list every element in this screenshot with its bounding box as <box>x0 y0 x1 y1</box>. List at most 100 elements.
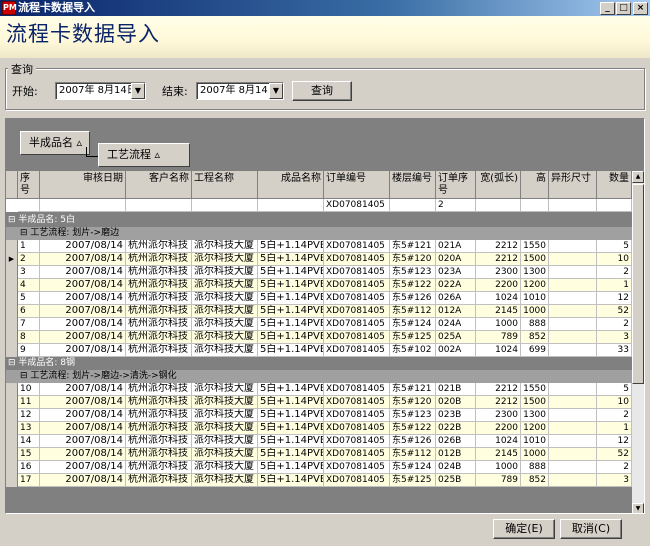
table-cell[interactable]: 12 <box>18 409 40 422</box>
table-cell[interactable]: XD07081405 <box>324 448 390 461</box>
table-cell[interactable]: 1024 <box>476 292 521 305</box>
table-cell[interactable]: 17 <box>18 474 40 487</box>
table-cell[interactable]: 789 <box>476 474 521 487</box>
filter-cell[interactable] <box>390 199 436 212</box>
row-indicator[interactable] <box>6 292 18 305</box>
maximize-button[interactable]: □ <box>616 2 631 15</box>
table-cell[interactable]: 杭州派尔科技 <box>126 435 192 448</box>
group-chip-product[interactable]: 半成品名 ▵ <box>20 131 90 155</box>
filter-cell[interactable] <box>597 199 632 212</box>
table-cell[interactable]: 派尔科技大厦 <box>192 253 258 266</box>
table-cell[interactable]: 024A <box>436 318 476 331</box>
table-cell[interactable]: 杭州派尔科技 <box>126 240 192 253</box>
filter-cell[interactable]: 2 <box>436 199 476 212</box>
table-row[interactable]: 62007/08/14杭州派尔科技派尔科技大厦5白+1.14PVB+XD0708… <box>6 305 632 318</box>
table-cell[interactable]: 5白+1.14PVB+ <box>258 474 324 487</box>
table-cell[interactable]: 1300 <box>521 266 549 279</box>
table-cell[interactable]: XD07081405 <box>324 383 390 396</box>
table-row[interactable]: 122007/08/14杭州派尔科技派尔科技大厦5白+1.14PVB+XD070… <box>6 409 632 422</box>
table-cell[interactable]: 2145 <box>476 305 521 318</box>
table-cell[interactable]: 杭州派尔科技 <box>126 461 192 474</box>
table-cell[interactable] <box>549 461 597 474</box>
table-cell[interactable]: 13 <box>18 422 40 435</box>
table-cell[interactable]: 2212 <box>476 240 521 253</box>
table-cell[interactable]: 东5#126 <box>390 292 436 305</box>
row-indicator[interactable] <box>6 240 18 253</box>
column-header[interactable]: 楼层编号 <box>390 171 436 199</box>
column-header[interactable]: 宽(弧长) <box>476 171 521 199</box>
subgroup-row[interactable]: ⊟ 工艺流程: 划片->磨边 <box>6 227 632 240</box>
table-cell[interactable]: 2 <box>18 253 40 266</box>
filter-cell[interactable] <box>258 199 324 212</box>
table-cell[interactable]: 东5#102 <box>390 344 436 357</box>
table-cell[interactable]: 2007/08/14 <box>40 474 126 487</box>
table-cell[interactable]: 52 <box>597 448 632 461</box>
table-cell[interactable]: XD07081405 <box>324 474 390 487</box>
table-cell[interactable]: 2212 <box>476 383 521 396</box>
table-cell[interactable]: 1 <box>597 279 632 292</box>
row-indicator[interactable] <box>6 331 18 344</box>
table-cell[interactable]: 2007/08/14 <box>40 292 126 305</box>
cancel-button[interactable]: 取消(C) <box>560 519 622 539</box>
end-date-picker[interactable]: 2007年 8月14日 ▼ <box>196 82 284 100</box>
table-row[interactable]: 132007/08/14杭州派尔科技派尔科技大厦5白+1.14PVB+XD070… <box>6 422 632 435</box>
table-cell[interactable]: 025B <box>436 474 476 487</box>
table-cell[interactable]: 5白+1.14PVB+ <box>258 435 324 448</box>
scroll-up-icon[interactable]: ▲ <box>632 171 644 183</box>
column-header[interactable]: 工程名称 <box>192 171 258 199</box>
table-cell[interactable]: 2007/08/14 <box>40 240 126 253</box>
filter-row[interactable]: XD07081405 2 <box>6 199 632 212</box>
table-cell[interactable]: XD07081405 <box>324 409 390 422</box>
column-header[interactable]: 订单编号 <box>324 171 390 199</box>
filter-cell[interactable] <box>549 199 597 212</box>
table-cell[interactable]: 1010 <box>521 435 549 448</box>
table-cell[interactable]: 5白+1.14PVB+ <box>258 344 324 357</box>
table-cell[interactable] <box>549 266 597 279</box>
table-row[interactable]: 42007/08/14杭州派尔科技派尔科技大厦5白+1.14PVB+XD0708… <box>6 279 632 292</box>
table-cell[interactable]: 002A <box>436 344 476 357</box>
table-cell[interactable]: 5白+1.14PVB+ <box>258 266 324 279</box>
table-cell[interactable]: XD07081405 <box>324 435 390 448</box>
filter-cell[interactable] <box>40 199 126 212</box>
table-cell[interactable]: 2007/08/14 <box>40 396 126 409</box>
table-cell[interactable] <box>549 474 597 487</box>
table-cell[interactable] <box>549 396 597 409</box>
table-cell[interactable]: 2 <box>597 318 632 331</box>
table-cell[interactable]: 杭州派尔科技 <box>126 383 192 396</box>
row-indicator[interactable] <box>6 461 18 474</box>
filter-cell[interactable] <box>192 199 258 212</box>
table-cell[interactable]: 022A <box>436 279 476 292</box>
table-cell[interactable] <box>549 383 597 396</box>
table-cell[interactable]: 4 <box>18 279 40 292</box>
table-cell[interactable]: 5白+1.14PVB+ <box>258 292 324 305</box>
filter-cell[interactable]: XD07081405 <box>324 199 390 212</box>
minimize-button[interactable]: _ <box>600 2 615 15</box>
table-cell[interactable]: 2007/08/14 <box>40 383 126 396</box>
table-cell[interactable]: 1550 <box>521 383 549 396</box>
column-header[interactable]: 成品名称 <box>258 171 324 199</box>
table-cell[interactable]: 020A <box>436 253 476 266</box>
table-cell[interactable]: 5 <box>18 292 40 305</box>
table-cell[interactable]: 1010 <box>521 292 549 305</box>
table-cell[interactable]: 1000 <box>521 448 549 461</box>
table-cell[interactable]: 023A <box>436 266 476 279</box>
table-cell[interactable]: 888 <box>521 461 549 474</box>
table-cell[interactable]: 1 <box>597 422 632 435</box>
table-cell[interactable]: XD07081405 <box>324 461 390 474</box>
table-row[interactable]: 12007/08/14杭州派尔科技派尔科技大厦5白+1.14PVB+XD0708… <box>6 240 632 253</box>
table-cell[interactable]: 5 <box>597 240 632 253</box>
table-cell[interactable] <box>549 305 597 318</box>
table-cell[interactable]: 5白+1.14PVB+ <box>258 305 324 318</box>
group-chip-process[interactable]: 工艺流程 ▵ <box>98 143 190 167</box>
table-cell[interactable]: XD07081405 <box>324 318 390 331</box>
table-cell[interactable]: 2300 <box>476 266 521 279</box>
table-cell[interactable]: 东5#125 <box>390 331 436 344</box>
table-cell[interactable]: 1024 <box>476 435 521 448</box>
row-indicator[interactable] <box>6 396 18 409</box>
table-cell[interactable]: 3 <box>597 474 632 487</box>
table-cell[interactable]: 5白+1.14PVB+ <box>258 318 324 331</box>
table-cell[interactable]: 2200 <box>476 279 521 292</box>
table-cell[interactable]: 5白+1.14PVB+ <box>258 331 324 344</box>
table-cell[interactable]: 1200 <box>521 422 549 435</box>
table-cell[interactable]: 699 <box>521 344 549 357</box>
